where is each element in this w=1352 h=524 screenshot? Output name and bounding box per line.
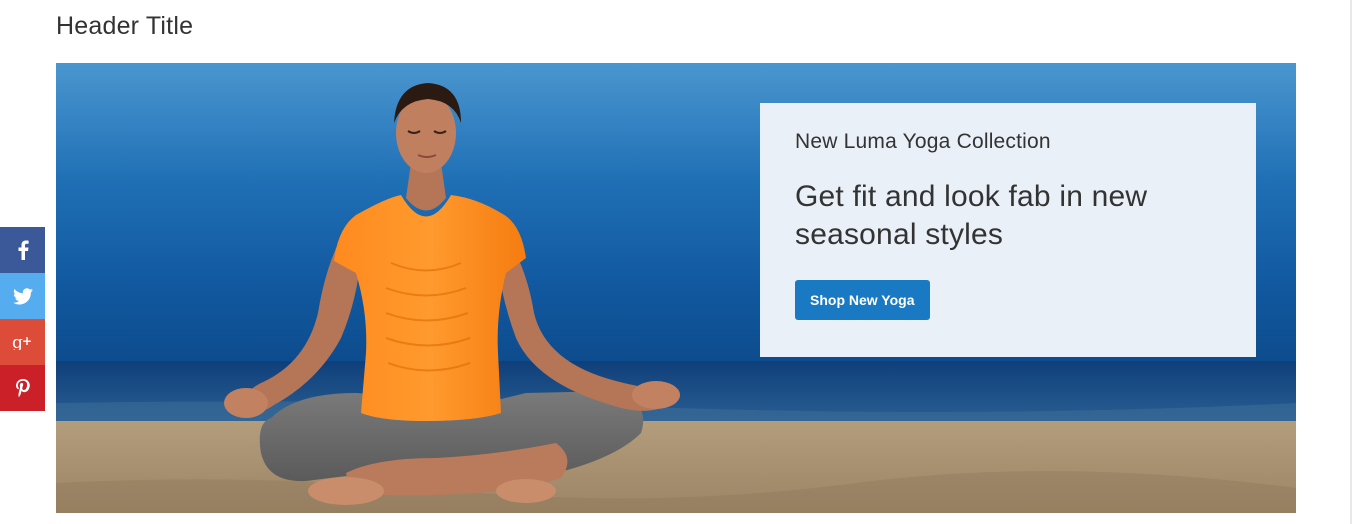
facebook-icon xyxy=(18,240,29,260)
pinterest-icon xyxy=(15,378,30,397)
svg-text:+: + xyxy=(22,334,32,348)
page-title: Header Title xyxy=(56,12,194,40)
page: Header Title New Luma Yoga Collection Ge… xyxy=(0,0,1352,524)
promo-box: New Luma Yoga Collection Get fit and loo… xyxy=(760,103,1256,357)
google-plus-share-button[interactable]: g + xyxy=(0,319,45,365)
promo-headline: Get fit and look fab in new seasonal sty… xyxy=(795,180,1148,251)
facebook-share-button[interactable] xyxy=(0,227,45,273)
promo-subtitle: New Luma Yoga Collection xyxy=(795,130,1051,153)
social-share-bar: g + xyxy=(0,227,45,411)
twitter-icon xyxy=(12,287,33,304)
google-plus-icon: g + xyxy=(12,334,32,350)
twitter-share-button[interactable] xyxy=(0,273,45,319)
hero-banner: New Luma Yoga Collection Get fit and loo… xyxy=(56,63,1296,513)
pinterest-share-button[interactable] xyxy=(0,365,45,411)
shop-new-yoga-button[interactable]: Shop New Yoga xyxy=(795,280,930,320)
